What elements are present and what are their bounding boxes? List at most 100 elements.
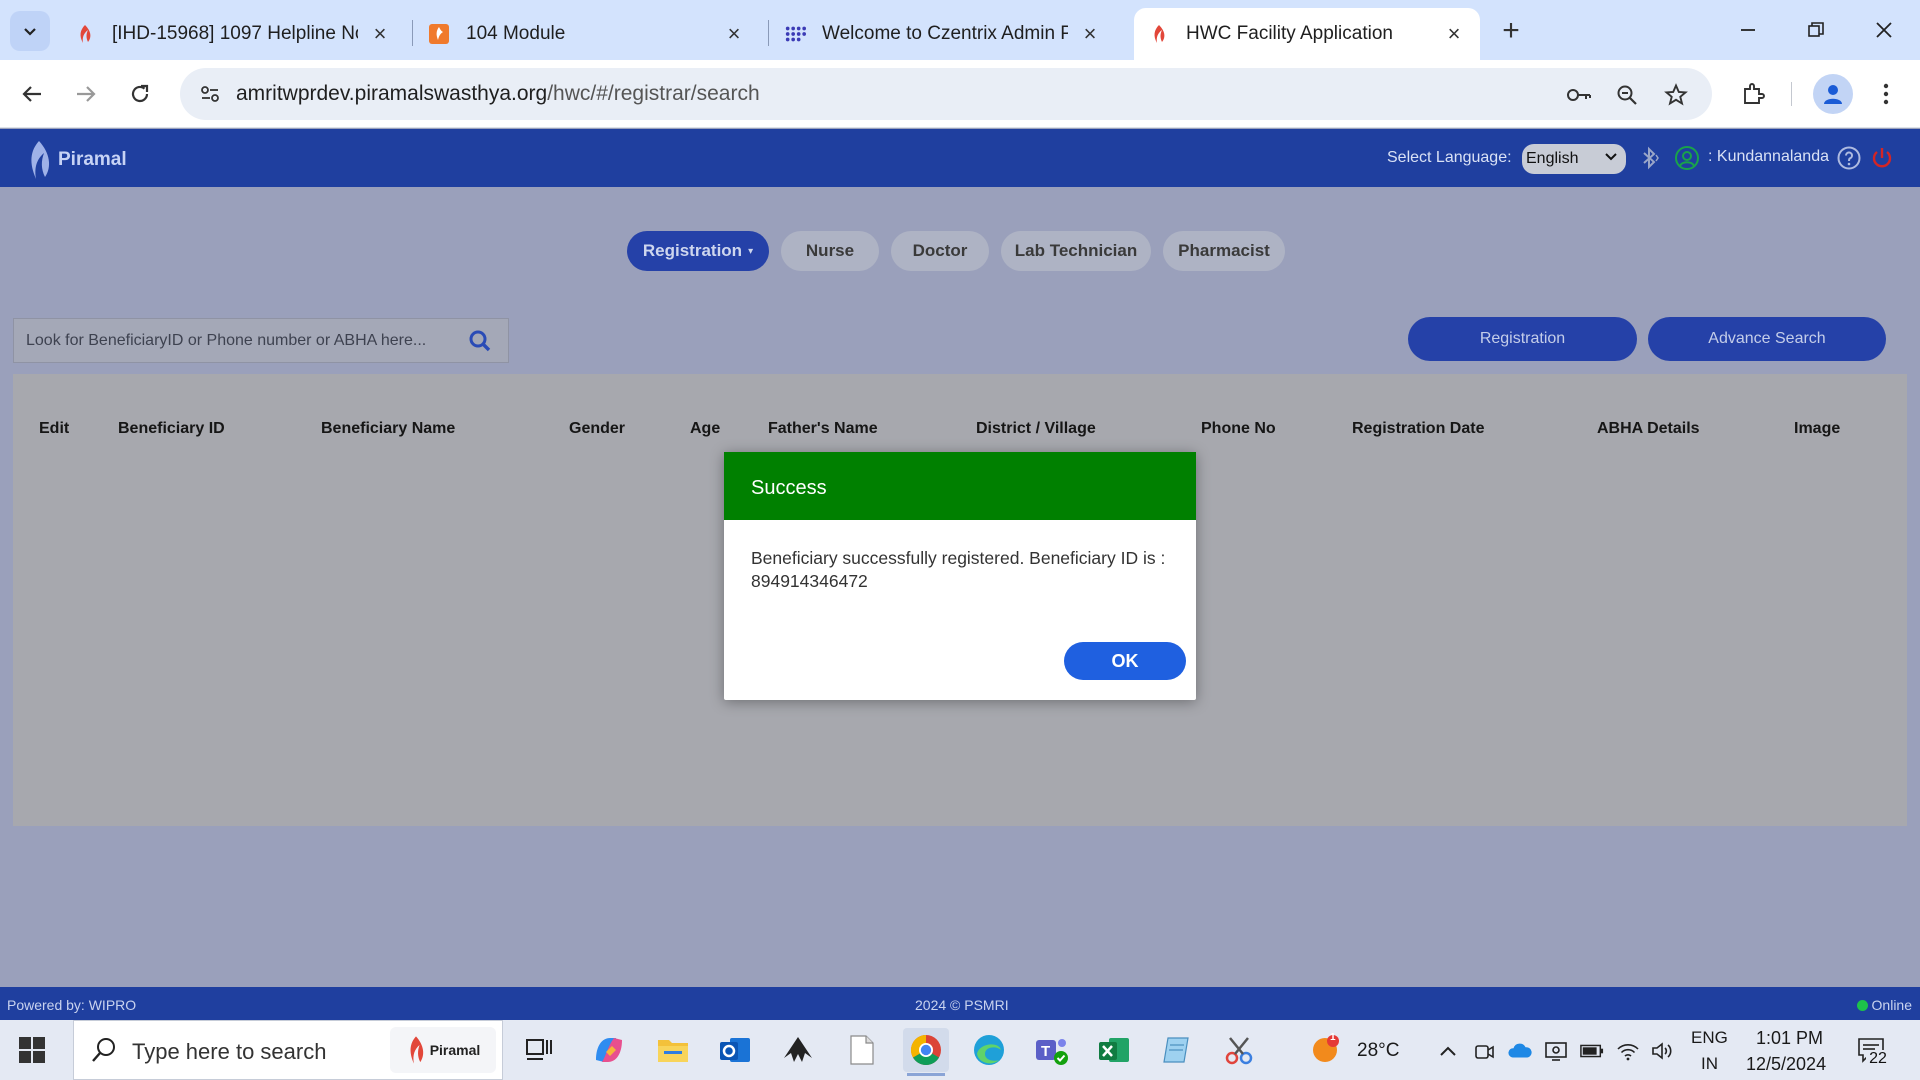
key-icon[interactable] — [1564, 80, 1594, 110]
power-icon[interactable] — [1869, 145, 1895, 171]
reload-button[interactable] — [120, 74, 160, 114]
tab-title: Welcome to Czentrix Admin Par — [822, 23, 1068, 44]
tab-label: Doctor — [912, 241, 968, 260]
browser-tab-1[interactable]: [IHD-15968] 1097 Helpline No d × — [60, 8, 406, 60]
volume-icon[interactable] — [1650, 1040, 1674, 1062]
tab-lab-technician[interactable]: Lab Technician — [1001, 231, 1151, 271]
tab-search-button[interactable] — [10, 11, 50, 51]
wifi-icon[interactable] — [1616, 1040, 1640, 1062]
active-app-indicator — [907, 1073, 945, 1076]
tab-nurse[interactable]: Nurse — [781, 231, 879, 271]
new-tab-button[interactable]: + — [1494, 14, 1528, 48]
app-footer: Powered by: WIPRO 2024 © PSMRI Online — [0, 987, 1920, 1020]
battery-icon[interactable] — [1580, 1040, 1604, 1062]
tab-doctor[interactable]: Doctor — [891, 231, 989, 271]
extensions-button[interactable] — [1733, 74, 1773, 114]
close-icon[interactable]: × — [1078, 21, 1102, 46]
advance-search-button[interactable]: Advance Search — [1648, 317, 1886, 361]
search-highlight-promo[interactable]: Piramal — [390, 1027, 496, 1073]
tab-label: Pharmacist — [1178, 241, 1270, 260]
svg-text:T: T — [1041, 1043, 1050, 1060]
user-status-icon[interactable] — [1674, 145, 1700, 171]
star-icon[interactable] — [1661, 80, 1691, 110]
site-info-icon[interactable] — [194, 78, 226, 110]
address-bar[interactable]: amritwprdev.piramalswasthya.org/hwc/#/re… — [180, 68, 1712, 120]
tab-pharmacist[interactable]: Pharmacist — [1163, 231, 1285, 271]
teams-icon: T — [1036, 1039, 1068, 1065]
back-button[interactable] — [12, 74, 52, 114]
clock-date: 12/5/2024 — [1746, 1054, 1827, 1074]
close-window-button[interactable] — [1850, 0, 1918, 60]
online-status: Online — [1856, 997, 1912, 1013]
search-icon[interactable] — [468, 329, 492, 358]
temperature[interactable]: 28°C — [1357, 1040, 1399, 1062]
piramal-favicon-icon — [74, 23, 96, 45]
close-icon — [1876, 22, 1892, 38]
restore-button[interactable] — [1782, 0, 1850, 60]
close-icon[interactable]: × — [1442, 21, 1466, 46]
notes-icon — [1163, 1037, 1189, 1063]
bluetooth-icon[interactable] — [1637, 145, 1663, 171]
browser-tab-4-active[interactable]: HWC Facility Application × — [1134, 8, 1480, 60]
taskbar-app-chrome[interactable] — [903, 1028, 949, 1076]
taskbar-app-notepad[interactable] — [839, 1028, 885, 1072]
close-icon[interactable]: × — [368, 21, 392, 46]
logo-text: Piramal — [58, 149, 127, 170]
taskbar-app-edge[interactable] — [966, 1028, 1012, 1072]
browser-tab-2[interactable]: 104 Module × — [414, 8, 760, 60]
browser-toolbar: amritwprdev.piramalswasthya.org/hwc/#/re… — [0, 60, 1920, 128]
clock-time[interactable]: 1:01 PM — [1756, 1028, 1823, 1049]
url-path: /hwc/#/registrar/search — [547, 82, 760, 105]
tab-label: Registration — [642, 241, 743, 260]
start-button[interactable] — [18, 1036, 46, 1069]
meet-now-icon[interactable] — [1472, 1040, 1496, 1062]
close-icon[interactable]: × — [722, 21, 746, 46]
minimize-button[interactable] — [1714, 0, 1782, 60]
caret-down-icon: ▾ — [748, 245, 754, 257]
minimize-icon — [1741, 29, 1755, 31]
inkscape-icon — [784, 1037, 812, 1062]
piramal-favicon-icon — [1148, 23, 1170, 45]
tab-registration[interactable]: Registration ▾ — [627, 231, 769, 271]
piramal-logo-icon — [31, 141, 50, 179]
registration-button[interactable]: Registration — [1408, 317, 1637, 361]
url-host: amritwprdev.piramalswasthya.org — [236, 82, 548, 105]
beneficiary-search-input[interactable]: Look for BeneficiaryID or Phone number o… — [13, 318, 509, 363]
forward-button[interactable] — [66, 74, 106, 114]
promo-text: Piramal — [429, 1042, 481, 1058]
taskbar-app-excel[interactable] — [1091, 1028, 1137, 1072]
taskbar-search-placeholder: Type here to search — [132, 1039, 327, 1064]
show-hidden-icons-icon[interactable] — [1436, 1040, 1460, 1062]
footer-copyright: 2024 © PSMRI — [915, 997, 1009, 1013]
more-vertical-icon — [1883, 83, 1889, 105]
taskbar-search-input[interactable]: Type here to search Piramal — [73, 1020, 503, 1080]
onedrive-icon[interactable] — [1508, 1040, 1532, 1062]
help-icon[interactable] — [1836, 145, 1862, 171]
windows-taskbar: Type here to search Piramal T 1 28°C ENG… — [0, 1020, 1920, 1080]
taskbar-app-teams[interactable]: T — [1029, 1028, 1075, 1072]
column-header: Gender — [569, 420, 626, 437]
taskbar-app-outlook[interactable] — [712, 1028, 758, 1072]
browser-tab-3[interactable]: Welcome to Czentrix Admin Par × — [770, 8, 1116, 60]
ok-button[interactable]: OK — [1064, 642, 1186, 680]
language-select[interactable]: English — [1522, 144, 1626, 174]
input-language[interactable]: ENG — [1691, 1028, 1728, 1048]
taskbar-app-notes[interactable] — [1153, 1028, 1199, 1072]
task-view-button[interactable] — [516, 1028, 562, 1072]
weather-badge: 1 — [1330, 1032, 1336, 1043]
taskbar-app-inkscape[interactable] — [775, 1028, 821, 1072]
taskbar-app-snipping-tool[interactable] — [1216, 1028, 1262, 1072]
reload-icon — [131, 84, 149, 103]
weather-icon[interactable] — [1311, 1034, 1341, 1064]
tab-title: HWC Facility Application — [1186, 23, 1393, 44]
zoom-icon[interactable] — [1612, 80, 1642, 110]
dialog-message: Beneficiary successfully registered. Ben… — [751, 548, 1166, 591]
taskbar-app-file-explorer[interactable] — [650, 1028, 696, 1072]
profile-button[interactable] — [1813, 74, 1853, 114]
tab-divider — [412, 20, 413, 46]
display-settings-icon[interactable] — [1544, 1040, 1568, 1062]
app-logo[interactable]: Piramal — [26, 139, 127, 181]
browser-menu-button[interactable] — [1866, 74, 1906, 114]
scissors-icon — [1225, 1037, 1253, 1065]
taskbar-app-copilot[interactable] — [586, 1028, 632, 1072]
